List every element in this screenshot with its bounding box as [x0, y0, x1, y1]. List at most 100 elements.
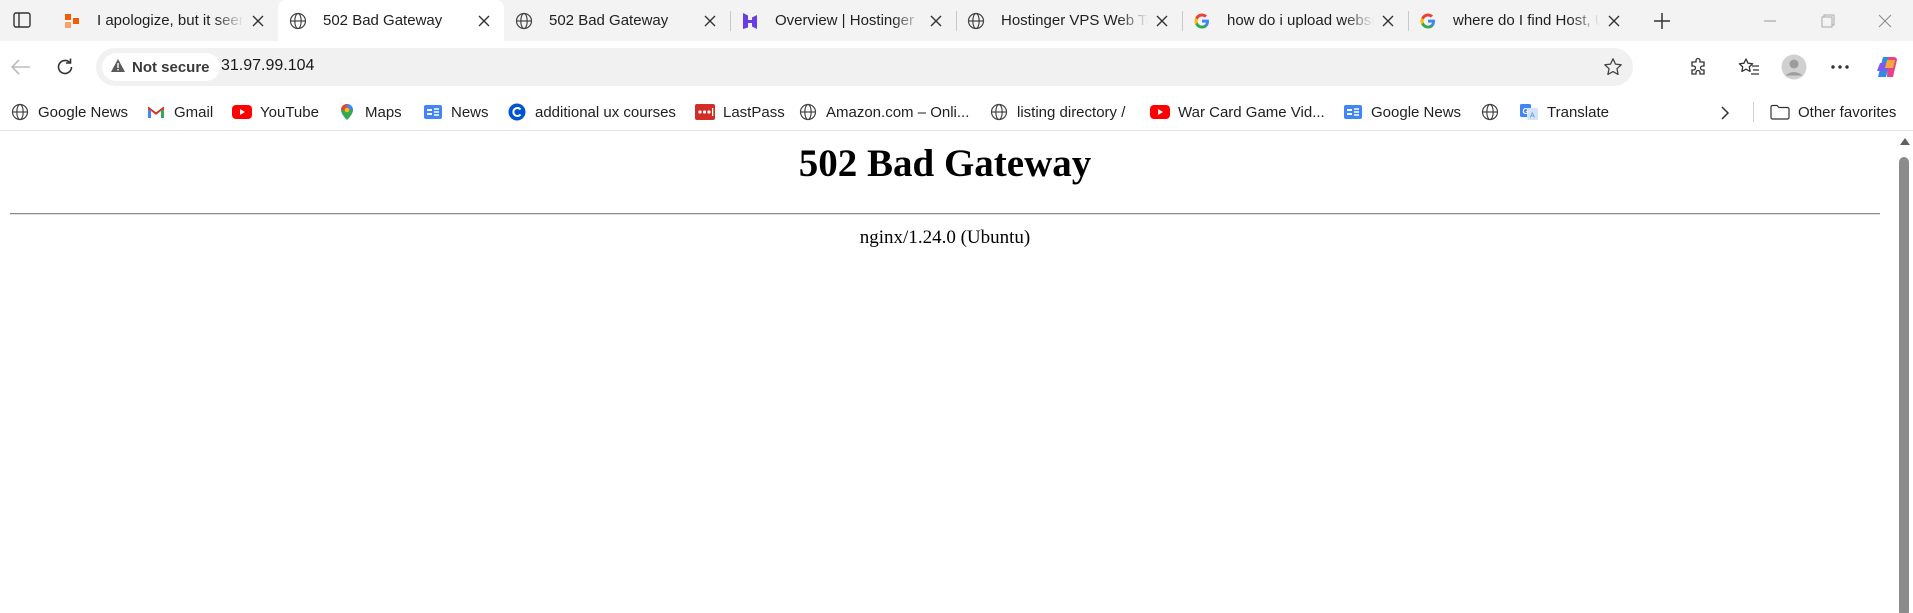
globe-icon	[1480, 102, 1500, 122]
close-icon[interactable]	[1604, 11, 1624, 31]
horizontal-rule	[10, 213, 1880, 215]
bookmark-label: War Card Game Vid...	[1178, 103, 1325, 121]
server-signature: nginx/1.24.0 (Ubuntu)	[859, 227, 1031, 248]
bookmark-translate[interactable]: GA Translate	[1519, 99, 1609, 125]
close-icon[interactable]	[700, 11, 720, 31]
svg-text:A: A	[1530, 113, 1535, 120]
globe-icon	[798, 102, 818, 122]
bookmark-label: Gmail	[174, 103, 214, 121]
close-window-button[interactable]	[1862, 6, 1908, 36]
bookmark-news[interactable]: News	[423, 99, 489, 125]
google-news-icon	[1343, 102, 1363, 122]
profile-avatar-icon[interactable]	[1780, 53, 1808, 81]
url-text[interactable]: 31.97.99.104	[221, 57, 314, 75]
bookmark-lastpass[interactable]: LastPass	[695, 99, 785, 125]
tab[interactable]: 502 Bad Gateway	[504, 0, 730, 41]
coursera-icon	[507, 102, 527, 122]
vertical-scrollbar[interactable]	[1895, 131, 1913, 613]
orange-squares-icon	[62, 11, 82, 31]
bookmark-label: News	[451, 103, 489, 121]
tab[interactable]: Overview | Hostinger	[730, 0, 956, 41]
youtube-icon	[232, 102, 252, 122]
bookmarks-bar: Google News Gmail YouTube Maps News addi…	[0, 94, 1913, 130]
other-favorites-folder[interactable]: Other favorites	[1770, 99, 1896, 125]
address-bar[interactable]: Not secure 31.97.99.104	[96, 48, 1633, 86]
tab-title: I apologize, but it seems	[97, 12, 244, 29]
translate-icon: GA	[1519, 102, 1539, 122]
bookmark-label: Google News	[38, 103, 129, 121]
close-icon[interactable]	[1378, 11, 1398, 31]
minimize-button[interactable]	[1747, 6, 1793, 36]
tab-title: 502 Bad Gateway	[549, 12, 669, 29]
error-heading: 502 Bad Gateway	[798, 142, 1092, 185]
bookmark-google-news[interactable]: Google News	[10, 99, 128, 125]
bookmark-youtube[interactable]: YouTube	[232, 99, 319, 125]
gmail-icon	[146, 102, 166, 122]
globe-icon	[989, 102, 1009, 122]
tab[interactable]: where do I find Host, U	[1408, 0, 1634, 41]
globe-icon	[288, 11, 308, 31]
copilot-icon[interactable]	[1873, 53, 1901, 81]
favorite-star-icon[interactable]	[1601, 55, 1625, 79]
bookmark-label: YouTube	[260, 103, 319, 121]
tab-title: 502 Bad Gateway	[323, 12, 443, 29]
maps-pin-icon	[337, 102, 357, 122]
folder-icon	[1770, 102, 1790, 122]
bookmark-label: Translate	[1547, 103, 1609, 121]
tab-actions-icon[interactable]	[8, 8, 36, 32]
bookmark-gmail[interactable]: Gmail	[146, 99, 213, 125]
tab[interactable]: Hostinger VPS Web Terminal	[956, 0, 1182, 41]
globe-icon	[514, 11, 534, 31]
refresh-button[interactable]	[48, 50, 82, 84]
back-button[interactable]	[4, 50, 38, 84]
youtube-icon	[1150, 102, 1170, 122]
scroll-up-arrow-icon[interactable]	[1900, 138, 1910, 145]
close-icon[interactable]	[248, 11, 268, 31]
bookmark-label: Amazon.com – Onli...	[826, 103, 970, 121]
tab[interactable]: how do i upload website	[1182, 0, 1408, 41]
tab-strip: I apologize, but it seems 502 Bad Gatewa…	[0, 0, 1913, 41]
warning-icon	[110, 58, 126, 77]
google-news-icon	[423, 102, 443, 122]
bookmark-additional-ux-courses[interactable]: additional ux courses	[507, 99, 676, 125]
google-icon	[1192, 11, 1212, 31]
tab-title: Hostinger VPS Web Terminal	[1001, 12, 1148, 29]
scroll-thumb[interactable]	[1899, 157, 1909, 613]
bookmark-label: LastPass	[723, 103, 785, 121]
lastpass-icon	[695, 102, 715, 122]
svg-text:G: G	[1523, 107, 1529, 116]
page-viewport: 502 Bad Gateway nginx/1.24.0 (Ubuntu)	[0, 130, 1913, 613]
bookmark-google-news-2[interactable]: Google News	[1343, 99, 1461, 125]
tab-title: where do I find Host, U	[1453, 12, 1600, 29]
other-favorites-label: Other favorites	[1798, 103, 1897, 121]
google-icon	[1418, 11, 1438, 31]
bookmark-maps[interactable]: Maps	[337, 99, 402, 125]
toolbar: Not secure 31.97.99.104	[0, 41, 1913, 94]
bookmark-globe[interactable]	[1480, 99, 1508, 125]
bookmark-amazon[interactable]: Amazon.com – Onli...	[798, 99, 969, 125]
tab-title: Overview | Hostinger	[775, 12, 914, 29]
tab-list: I apologize, but it seems 502 Bad Gatewa…	[52, 0, 1634, 41]
chevron-right-icon[interactable]	[1714, 102, 1736, 124]
close-icon[interactable]	[926, 11, 946, 31]
bookmark-label: Maps	[365, 103, 402, 121]
tab[interactable]: I apologize, but it seems	[52, 0, 278, 41]
hostinger-icon	[740, 11, 760, 31]
tab-title: how do i upload website	[1227, 12, 1374, 29]
bookmark-war-card-game[interactable]: War Card Game Vid...	[1150, 99, 1325, 125]
more-options-icon[interactable]	[1826, 53, 1854, 81]
security-indicator[interactable]: Not secure	[102, 53, 220, 81]
bookmark-listing-directory[interactable]: listing directory /	[989, 99, 1125, 125]
bookmark-label: listing directory /	[1017, 103, 1126, 121]
close-icon[interactable]	[474, 11, 494, 31]
security-label: Not secure	[132, 58, 210, 76]
new-tab-button[interactable]	[1648, 7, 1676, 35]
globe-icon	[966, 11, 986, 31]
close-icon[interactable]	[1152, 11, 1172, 31]
restore-button[interactable]	[1805, 6, 1851, 36]
tab-active[interactable]: 502 Bad Gateway	[278, 0, 504, 41]
extensions-icon[interactable]	[1685, 53, 1713, 81]
bookmarks-divider	[1753, 102, 1754, 122]
globe-icon	[10, 102, 30, 122]
favorites-icon[interactable]	[1735, 53, 1763, 81]
